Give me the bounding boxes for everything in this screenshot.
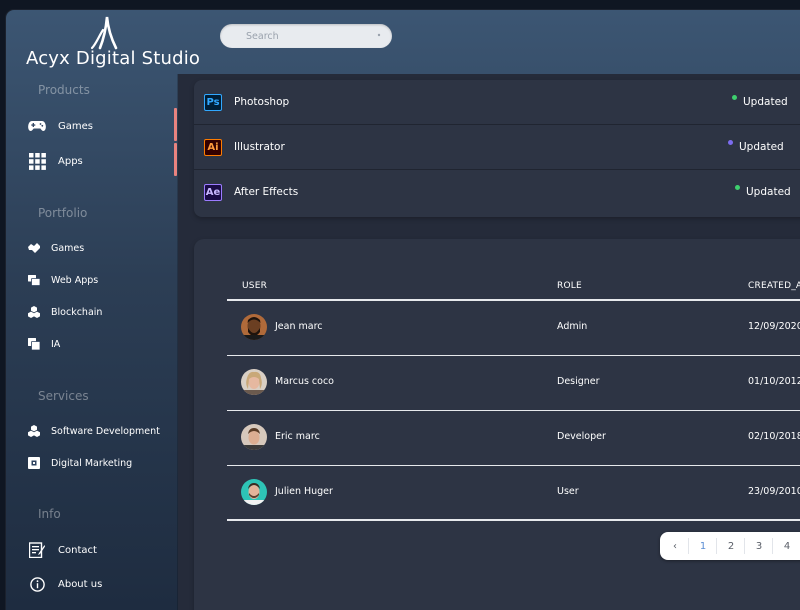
sidebar-item-contact[interactable]: Contact xyxy=(28,542,97,558)
brand-name: Acyx Digital Studio xyxy=(26,48,201,69)
sidebar-item-label: Digital Marketing xyxy=(51,457,133,469)
avatar xyxy=(241,369,267,395)
sidebar-item-portfolio-games[interactable]: Games xyxy=(28,242,84,254)
sidebar-item-portfolio-ia[interactable]: IA xyxy=(28,338,60,350)
avatar xyxy=(241,424,267,450)
table-row[interactable]: Marcus coco Designer 01/10/2012 xyxy=(227,356,800,409)
section-title-products: Products xyxy=(38,83,90,97)
table-row[interactable]: Eric marc Developer 02/10/2018 xyxy=(227,411,800,464)
sidebar-item-label: About us xyxy=(58,578,103,590)
marketing-icon xyxy=(28,457,40,469)
browser-windows-icon xyxy=(28,274,40,286)
created-at: 23/09/2010 xyxy=(748,486,800,497)
app-name: Photoshop xyxy=(234,96,290,108)
illustrator-icon: Ai xyxy=(204,138,222,156)
photoshop-icon: Ps xyxy=(204,93,222,111)
user-role: Admin xyxy=(557,321,588,332)
chevron-down-icon[interactable] xyxy=(376,32,382,38)
sidebar-item-label: Web Apps xyxy=(51,274,99,286)
cubes-icon xyxy=(28,425,40,437)
section-title-services: Services xyxy=(38,389,89,403)
chip-icon xyxy=(28,338,40,350)
sidebar-item-label: Contact xyxy=(58,544,97,556)
section-title-portfolio: Portfolio xyxy=(38,206,88,220)
pagination: ‹ 1 2 3 4 xyxy=(660,532,800,560)
pagination-page-4[interactable]: 4 xyxy=(775,532,799,560)
app-name: Illustrator xyxy=(234,141,285,153)
sidebar-item-label: Apps xyxy=(58,155,83,167)
search-bar[interactable] xyxy=(220,24,392,49)
status-dot xyxy=(735,185,740,190)
contact-form-icon xyxy=(28,542,46,558)
created-at: 01/10/2012 xyxy=(748,376,800,387)
app-name: After Effects xyxy=(234,186,299,198)
cubes-icon xyxy=(28,306,40,318)
sidebar-item-products-apps[interactable]: Apps xyxy=(28,152,83,170)
table-row[interactable]: Julien Huger User 23/09/2010 xyxy=(227,466,800,519)
column-header-user[interactable]: USER xyxy=(242,281,267,291)
puzzle-icon xyxy=(28,242,40,254)
pagination-prev-button[interactable]: ‹ xyxy=(663,532,687,560)
status-badge: Updated xyxy=(746,186,791,198)
app-row-photoshop[interactable]: Ps Photoshop Updated xyxy=(194,80,800,124)
user-name: Marcus coco xyxy=(275,376,334,387)
created-at: 02/10/2018 xyxy=(748,431,800,442)
apps-status-card: Ps Photoshop Updated Ai Illustrator Upda… xyxy=(194,80,800,217)
user-role: User xyxy=(557,486,579,497)
sidebar-item-label: Games xyxy=(58,120,93,132)
after-effects-icon: Ae xyxy=(204,183,222,201)
grid-icon xyxy=(28,152,46,170)
app-window: Acyx Digital Studio Products Games Apps … xyxy=(6,10,800,610)
table-row[interactable]: Jean marc Admin 12/09/2020 xyxy=(227,301,800,354)
sidebar-item-portfolio-web-apps[interactable]: Web Apps xyxy=(28,274,98,286)
created-at: 12/09/2020 xyxy=(748,321,800,332)
sidebar-item-portfolio-blockchain[interactable]: Blockchain xyxy=(28,306,102,318)
sidebar-item-label: Blockchain xyxy=(51,306,103,318)
pagination-page-3[interactable]: 3 xyxy=(747,532,771,560)
gamepad-icon xyxy=(28,118,46,134)
column-header-created[interactable]: CREATED_AT xyxy=(748,281,800,291)
pagination-divider xyxy=(688,538,689,554)
status-dot xyxy=(728,140,733,145)
section-title-info: Info xyxy=(38,507,61,521)
sidebar-item-software-development[interactable]: Software Development xyxy=(28,425,160,437)
sidebar-item-digital-marketing[interactable]: Digital Marketing xyxy=(28,457,132,469)
pagination-divider xyxy=(744,538,745,554)
user-role: Developer xyxy=(557,431,606,442)
user-name: Julien Huger xyxy=(275,486,333,497)
user-name: Jean marc xyxy=(275,321,323,332)
sidebar-item-products-games[interactable]: Games xyxy=(28,118,93,134)
app-row-illustrator[interactable]: Ai Illustrator Updated xyxy=(194,125,800,169)
sidebar-item-label: IA xyxy=(51,338,61,350)
info-icon xyxy=(28,576,46,592)
user-role: Designer xyxy=(557,376,600,387)
pagination-divider xyxy=(716,538,717,554)
logo-icon xyxy=(90,16,118,50)
column-header-role[interactable]: ROLE xyxy=(557,281,582,291)
user-name: Eric marc xyxy=(275,431,320,442)
pagination-divider xyxy=(772,538,773,554)
sidebar-item-label: Games xyxy=(51,242,85,254)
status-dot xyxy=(732,95,737,100)
avatar xyxy=(241,479,267,505)
status-badge: Updated xyxy=(739,141,784,153)
search-input[interactable] xyxy=(246,24,386,49)
pagination-page-2[interactable]: 2 xyxy=(719,532,743,560)
status-badge: Updated xyxy=(743,96,788,108)
pagination-page-1[interactable]: 1 xyxy=(691,532,715,560)
app-row-after-effects[interactable]: Ae After Effects Updated xyxy=(194,170,800,214)
avatar xyxy=(241,314,267,340)
table-bottom-divider xyxy=(227,519,800,521)
sidebar-item-label: Software Development xyxy=(51,425,160,437)
sidebar-item-about-us[interactable]: About us xyxy=(28,576,102,592)
